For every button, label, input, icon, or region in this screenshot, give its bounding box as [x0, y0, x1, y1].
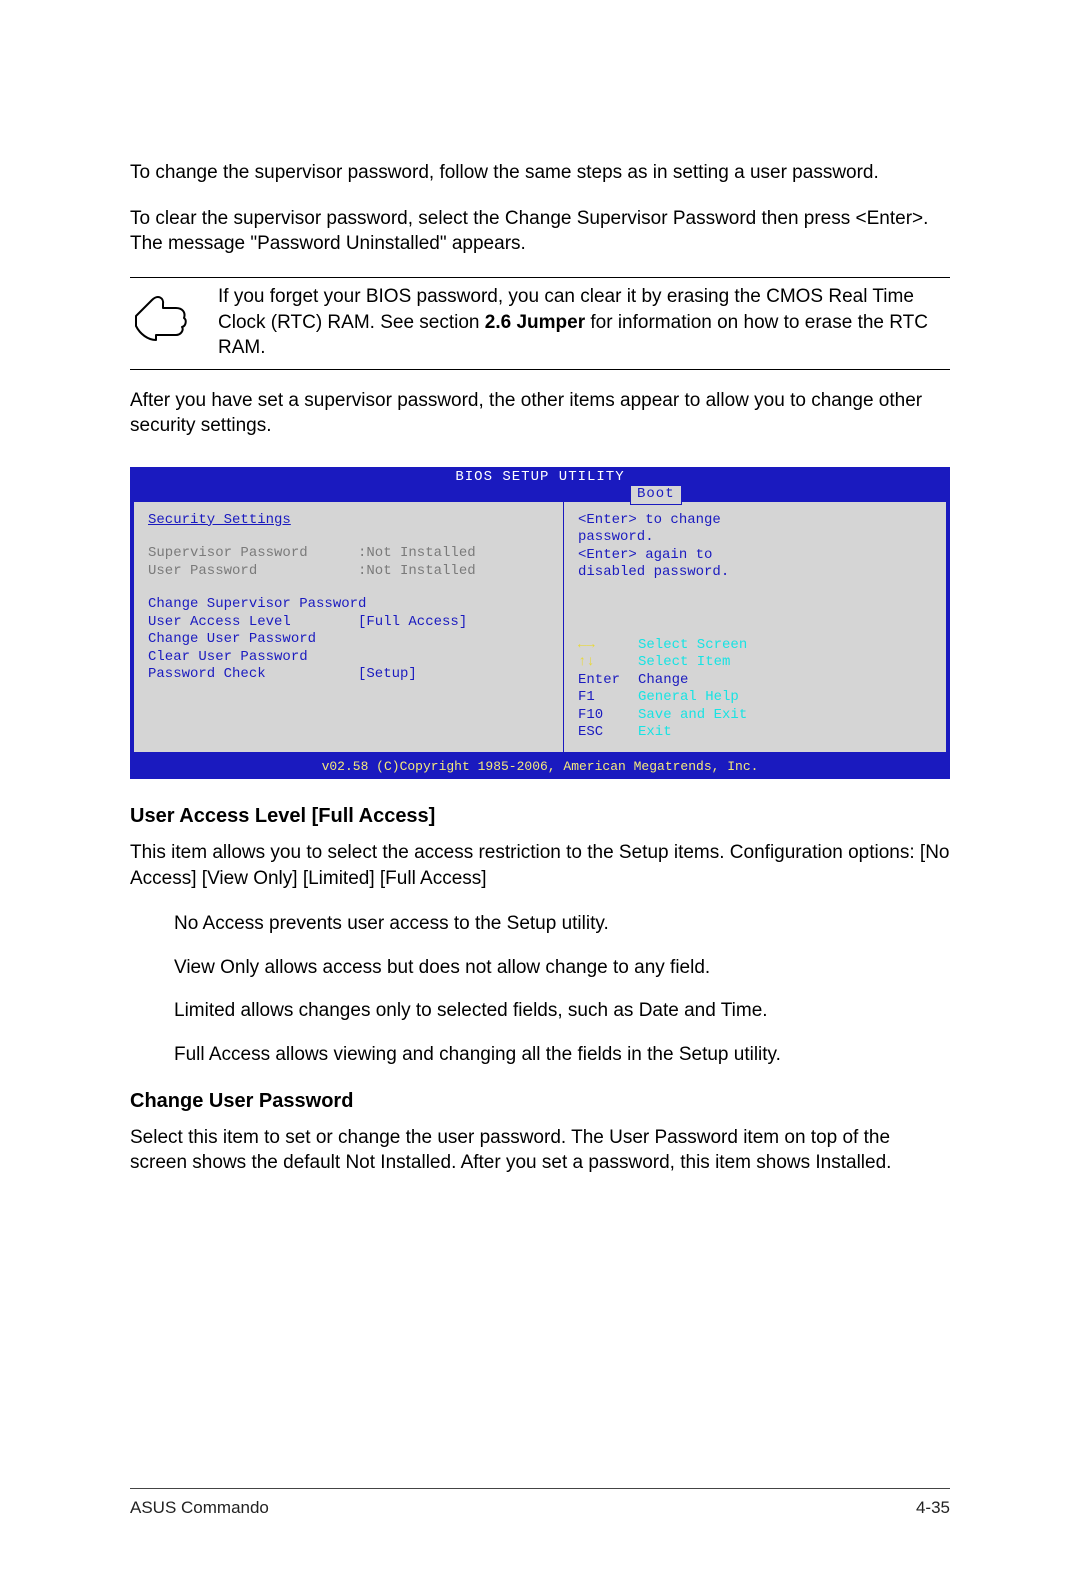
legend-key: Enter [578, 672, 638, 690]
bios-legend-row: EnterChange [578, 672, 928, 690]
note-block: If you forget your BIOS password, you ca… [130, 284, 950, 361]
bios-item[interactable]: User Access Level [Full Access] [148, 614, 551, 632]
bios-status-row: Supervisor Password :Not Installed [148, 545, 551, 563]
heading-user-access-level: User Access Level [Full Access] [130, 803, 950, 830]
bios-screen: BIOS SETUP UTILITY Boot Security Setting… [130, 467, 950, 779]
bios-status-label: User Password [148, 563, 358, 581]
note-bold: 2.6 Jumper [485, 312, 585, 333]
ual-option-list: No Access prevents user access to the Se… [174, 911, 950, 1068]
bios-item-value: [Setup] [358, 666, 551, 684]
legend-key: ESC [578, 724, 638, 742]
legend-text: Change [638, 672, 688, 690]
bios-copyright: v02.58 (C)Copyright 1985-2006, American … [130, 756, 950, 779]
legend-key: ↑↓ [578, 654, 638, 672]
bios-status-row: User Password :Not Installed [148, 563, 551, 581]
bios-active-tab: Boot [630, 485, 682, 505]
bios-help-line: disabled password. [578, 564, 928, 582]
ual-option: No Access prevents user access to the Se… [174, 911, 950, 937]
bios-item[interactable]: Password Check [Setup] [148, 666, 551, 684]
bios-item-value [366, 596, 551, 614]
para-after-note: After you have set a supervisor password… [130, 388, 950, 439]
bios-legend-row: F1General Help [578, 689, 928, 707]
bios-status-label: Supervisor Password [148, 545, 358, 563]
bios-help-line: <Enter> to change [578, 512, 928, 530]
bios-legend: ←→Select Screen↑↓Select ItemEnterChangeF… [578, 637, 928, 742]
note-separator-top [130, 277, 950, 278]
para-cup-desc: Select this item to set or change the us… [130, 1125, 950, 1176]
bios-item[interactable]: Clear User Password [148, 649, 551, 667]
bios-help-line: password. [578, 529, 928, 547]
bios-title-bar: BIOS SETUP UTILITY Boot [130, 467, 950, 488]
bios-item-label: Password Check [148, 666, 358, 684]
bios-status-value: :Not Installed [358, 545, 551, 563]
bios-item-label: Clear User Password [148, 649, 358, 667]
ual-option: Limited allows changes only to selected … [174, 998, 950, 1024]
bios-items: Change Supervisor Password User Access L… [148, 596, 551, 684]
ual-option: View Only allows access but does not all… [174, 955, 950, 981]
bios-help-line: <Enter> again to [578, 547, 928, 565]
bios-body: Security Settings Supervisor Password :N… [130, 488, 950, 756]
bios-section-title: Security Settings [148, 512, 551, 530]
ual-option: Full Access allows viewing and changing … [174, 1042, 950, 1068]
bios-left-pane: Security Settings Supervisor Password :N… [134, 502, 564, 752]
note-separator-bottom [130, 369, 950, 370]
page-footer: ASUS Commando 4-35 [130, 1488, 950, 1520]
bios-item[interactable]: Change Supervisor Password [148, 596, 551, 614]
footer-page-number: 4-35 [916, 1497, 950, 1520]
bios-item-label: User Access Level [148, 614, 358, 632]
bios-item-value [358, 649, 551, 667]
bios-help: <Enter> to change password. <Enter> agai… [578, 512, 928, 582]
para-ual-desc: This item allows you to select the acces… [130, 840, 950, 891]
bios-item-value: [Full Access] [358, 614, 551, 632]
heading-change-user-password: Change User Password [130, 1088, 950, 1115]
bios-right-pane: <Enter> to change password. <Enter> agai… [564, 502, 946, 752]
bios-item[interactable]: Change User Password [148, 631, 551, 649]
legend-text: Select Screen [638, 637, 747, 655]
bios-item-label: Change Supervisor Password [148, 596, 366, 614]
legend-key: F1 [578, 689, 638, 707]
bios-status-value: :Not Installed [358, 563, 551, 581]
legend-key: ←→ [578, 637, 638, 655]
manual-page: To change the supervisor password, follo… [0, 0, 1080, 1590]
para-change-supervisor: To change the supervisor password, follo… [130, 160, 950, 186]
note-text: If you forget your BIOS password, you ca… [218, 284, 950, 361]
legend-text: Exit [638, 724, 672, 742]
bios-title: BIOS SETUP UTILITY [455, 469, 624, 485]
bios-item-label: Change User Password [148, 631, 358, 649]
bios-item-value [358, 631, 551, 649]
footer-product: ASUS Commando [130, 1497, 269, 1520]
bios-legend-row: ESCExit [578, 724, 928, 742]
legend-text: General Help [638, 689, 739, 707]
legend-text: Select Item [638, 654, 730, 672]
bios-legend-row: ↑↓Select Item [578, 654, 928, 672]
bios-legend-row: F10Save and Exit [578, 707, 928, 725]
legend-key: F10 [578, 707, 638, 725]
legend-text: Save and Exit [638, 707, 747, 725]
bios-legend-row: ←→Select Screen [578, 637, 928, 655]
para-clear-supervisor: To clear the supervisor password, select… [130, 206, 950, 257]
hand-pointer-icon [130, 290, 190, 344]
